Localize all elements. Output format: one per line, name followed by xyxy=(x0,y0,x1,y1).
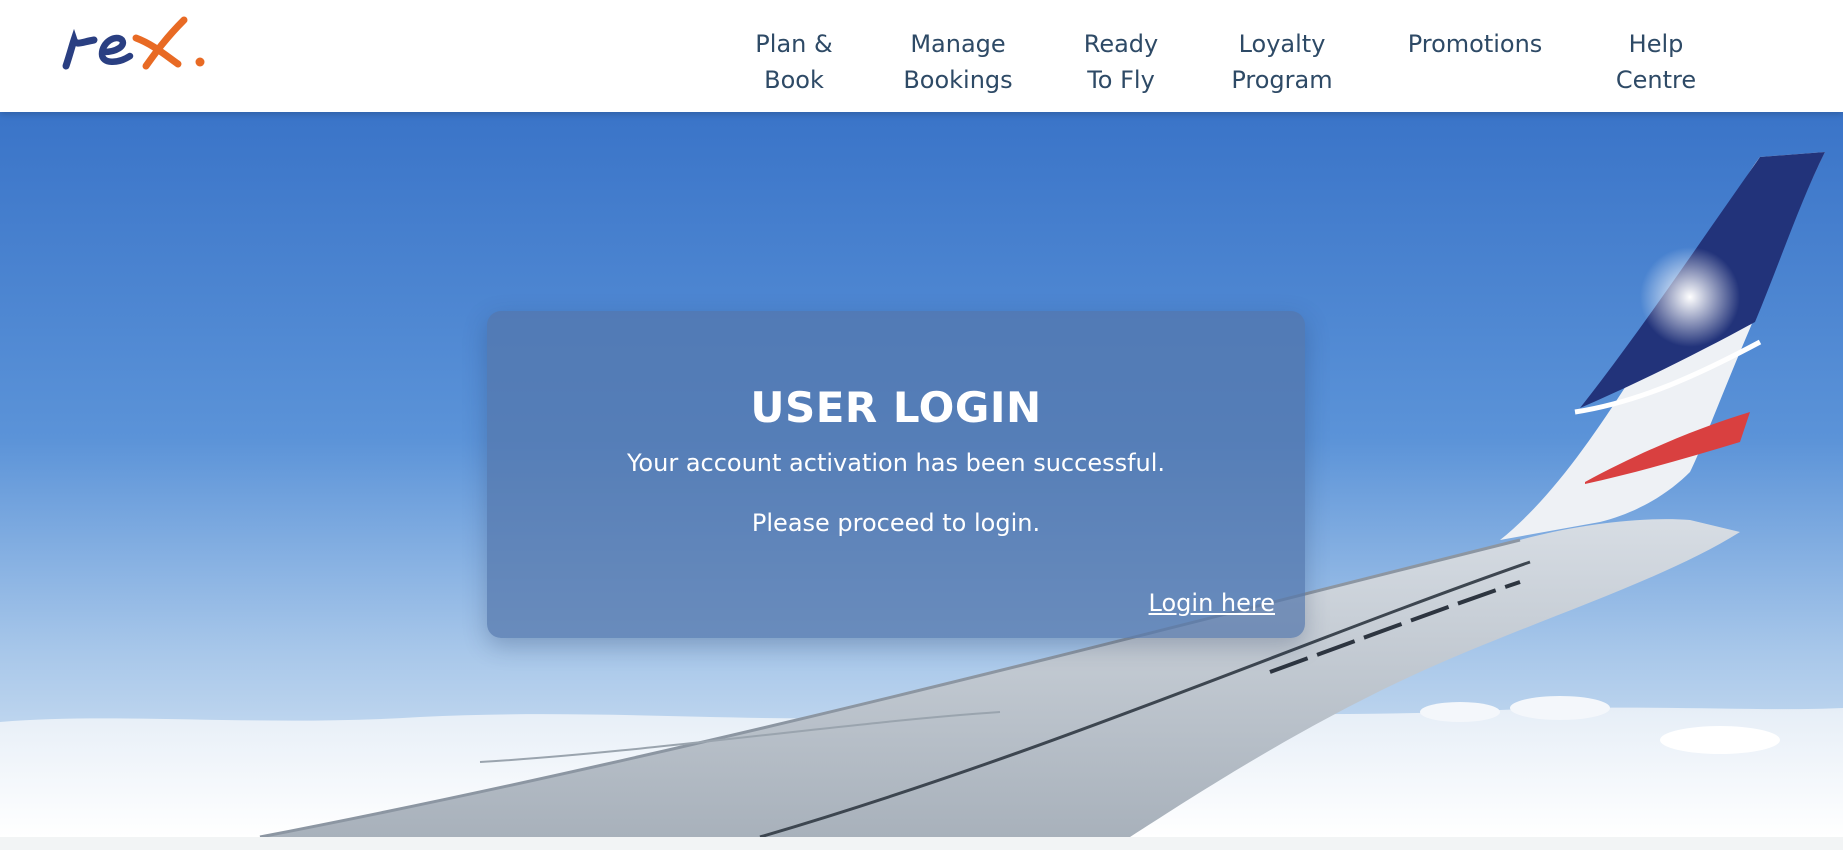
nav-item-label: Loyalty xyxy=(1238,30,1326,58)
page-footer-strip xyxy=(0,837,1843,850)
site-header: Plan & Book Manage Bookings Ready To Fly… xyxy=(0,0,1843,112)
nav-item-loyalty-program[interactable]: Loyalty Program xyxy=(1228,26,1336,98)
nav-item-label: To Fly xyxy=(1087,66,1155,94)
nav-item-ready-to-fly[interactable]: Ready To Fly xyxy=(1080,26,1162,98)
nav-item-help-centre[interactable]: Help Centre xyxy=(1612,26,1700,98)
user-login-card: USER LOGIN Your account activation has b… xyxy=(487,311,1305,638)
nav-item-label: Program xyxy=(1231,66,1333,94)
nav-item-label: Book xyxy=(764,66,824,94)
nav-item-label: Promotions xyxy=(1407,30,1543,58)
activation-success-message: Your account activation has been success… xyxy=(626,449,1166,477)
nav-item-label: Manage xyxy=(910,30,1006,58)
login-card-title: USER LOGIN xyxy=(750,383,1042,432)
nav-item-label: Plan & xyxy=(755,30,833,58)
nav-item-label: Bookings xyxy=(903,66,1013,94)
nav-item-label: Ready xyxy=(1083,30,1159,58)
main-nav: Plan & Book Manage Bookings Ready To Fly… xyxy=(0,26,1843,96)
nav-item-promotions[interactable]: Promotions xyxy=(1404,26,1546,62)
nav-item-label: Help xyxy=(1628,30,1684,58)
nav-item-plan-book[interactable]: Plan & Book xyxy=(752,26,836,98)
login-here-link[interactable]: Login here xyxy=(1149,589,1275,617)
proceed-login-message: Please proceed to login. xyxy=(751,509,1041,537)
nav-item-manage-bookings[interactable]: Manage Bookings xyxy=(902,26,1014,98)
nav-item-label: Centre xyxy=(1615,66,1697,94)
